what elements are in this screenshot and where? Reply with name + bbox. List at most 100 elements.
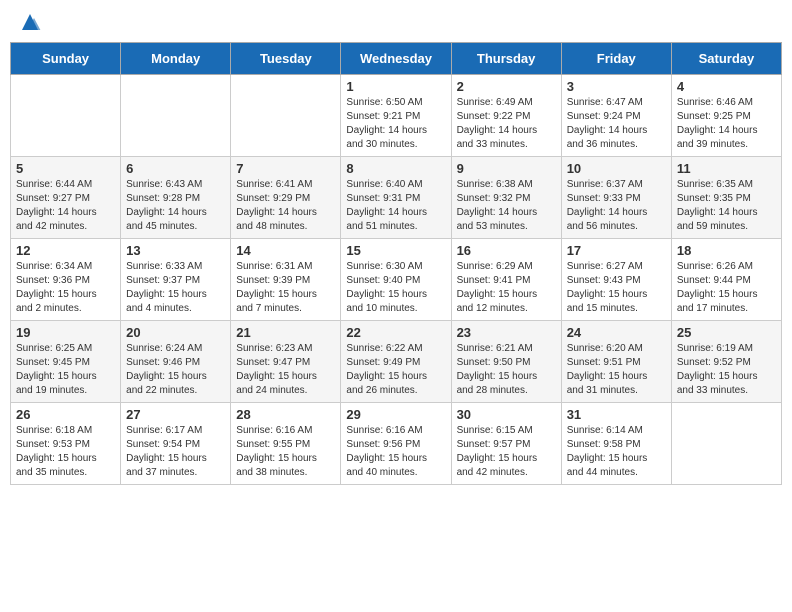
day-number: 23 xyxy=(457,325,556,340)
day-info: Sunrise: 6:15 AMSunset: 9:57 PMDaylight:… xyxy=(457,424,556,480)
day-number: 16 xyxy=(457,243,556,258)
day-number: 21 xyxy=(236,325,335,340)
day-info: Sunrise: 6:30 AMSunset: 9:40 PMDaylight:… xyxy=(346,260,445,316)
calendar-cell: 25Sunrise: 6:19 AMSunset: 9:52 PMDayligh… xyxy=(671,321,781,403)
day-info: Sunrise: 6:33 AMSunset: 9:37 PMDaylight:… xyxy=(126,260,225,316)
calendar-cell: 16 Sunrise: 6:29 AMSunset: 9:41 PMDayligh… xyxy=(451,239,561,321)
weekday-header-friday: Friday xyxy=(561,43,671,75)
weekday-header-sunday: Sunday xyxy=(11,43,121,75)
calendar-cell: 5 Sunrise: 6:44 AMSunset: 9:27 PMDaylight… xyxy=(11,157,121,239)
calendar-table: SundayMondayTuesdayWednesdayThursdayFrid… xyxy=(10,42,782,485)
calendar-cell: 20 Sunrise: 6:24 AMSunset: 9:46 PMDayligh… xyxy=(121,321,231,403)
calendar-cell: 14 Sunrise: 6:31 AMSunset: 9:39 PMDayligh… xyxy=(231,239,341,321)
calendar-cell: 11 Sunrise: 6:35 AMSunset: 9:35 PMDayligh… xyxy=(671,157,781,239)
day-info: Sunrise: 6:44 AMSunset: 9:27 PMDaylight:… xyxy=(16,178,115,234)
calendar-cell xyxy=(671,403,781,485)
day-info: Sunrise: 6:47 AMSunset: 9:24 PMDaylight:… xyxy=(567,96,666,152)
day-info: Sunrise: 6:49 AMSunset: 9:22 PMDaylight:… xyxy=(457,96,556,152)
day-number: 13 xyxy=(126,243,225,258)
day-number: 29 xyxy=(346,407,445,422)
day-number: 15 xyxy=(346,243,445,258)
calendar-cell: 8Sunrise: 6:40 AMSunset: 9:31 PMDaylight… xyxy=(341,157,451,239)
calendar-cell: 29 Sunrise: 6:16 AMSunset: 9:56 PMDayligh… xyxy=(341,403,451,485)
day-info: Sunrise: 6:29 AMSunset: 9:41 PMDaylight:… xyxy=(457,260,556,316)
day-number: 14 xyxy=(236,243,335,258)
calendar-week-4: 19Sunrise: 6:25 AMSunset: 9:45 PMDayligh… xyxy=(11,321,782,403)
day-info: Sunrise: 6:41 AMSunset: 9:29 PMDaylight:… xyxy=(236,178,335,234)
day-number: 18 xyxy=(677,243,776,258)
day-number: 11 xyxy=(677,161,776,176)
day-info: Sunrise: 6:40 AMSunset: 9:31 PMDaylight:… xyxy=(346,178,445,234)
calendar-cell: 4 Sunrise: 6:46 AMSunset: 9:25 PMDaylight… xyxy=(671,75,781,157)
day-info: Sunrise: 6:26 AMSunset: 9:44 PMDaylight:… xyxy=(677,260,776,316)
day-number: 20 xyxy=(126,325,225,340)
page-header xyxy=(10,10,782,34)
day-number: 27 xyxy=(126,407,225,422)
day-number: 1 xyxy=(346,79,445,94)
calendar-week-5: 26Sunrise: 6:18 AMSunset: 9:53 PMDayligh… xyxy=(11,403,782,485)
calendar-cell: 30 Sunrise: 6:15 AMSunset: 9:57 PMDayligh… xyxy=(451,403,561,485)
day-info: Sunrise: 6:50 AMSunset: 9:21 PMDaylight:… xyxy=(346,96,445,152)
day-info: Sunrise: 6:31 AMSunset: 9:39 PMDaylight:… xyxy=(236,260,335,316)
calendar-cell: 3 Sunrise: 6:47 AMSunset: 9:24 PMDaylight… xyxy=(561,75,671,157)
day-number: 7 xyxy=(236,161,335,176)
day-number: 17 xyxy=(567,243,666,258)
day-number: 26 xyxy=(16,407,115,422)
weekday-header-saturday: Saturday xyxy=(671,43,781,75)
day-info: Sunrise: 6:43 AMSunset: 9:28 PMDaylight:… xyxy=(126,178,225,234)
calendar-cell: 13 Sunrise: 6:33 AMSunset: 9:37 PMDayligh… xyxy=(121,239,231,321)
logo-icon xyxy=(18,10,42,34)
calendar-cell: 22 Sunrise: 6:22 AMSunset: 9:49 PMDayligh… xyxy=(341,321,451,403)
calendar-cell: 15 Sunrise: 6:30 AMSunset: 9:40 PMDayligh… xyxy=(341,239,451,321)
weekday-header-wednesday: Wednesday xyxy=(341,43,451,75)
day-number: 22 xyxy=(346,325,445,340)
day-info: Sunrise: 6:37 AMSunset: 9:33 PMDaylight:… xyxy=(567,178,666,234)
calendar-cell: 7 Sunrise: 6:41 AMSunset: 9:29 PMDaylight… xyxy=(231,157,341,239)
day-number: 31 xyxy=(567,407,666,422)
calendar-cell: 2 Sunrise: 6:49 AMSunset: 9:22 PMDaylight… xyxy=(451,75,561,157)
day-info: Sunrise: 6:27 AMSunset: 9:43 PMDaylight:… xyxy=(567,260,666,316)
calendar-cell: 28Sunrise: 6:16 AMSunset: 9:55 PMDayligh… xyxy=(231,403,341,485)
weekday-header-tuesday: Tuesday xyxy=(231,43,341,75)
day-info: Sunrise: 6:46 AMSunset: 9:25 PMDaylight:… xyxy=(677,96,776,152)
day-number: 4 xyxy=(677,79,776,94)
calendar-cell: 31Sunrise: 6:14 AMSunset: 9:58 PMDayligh… xyxy=(561,403,671,485)
day-number: 5 xyxy=(16,161,115,176)
day-info: Sunrise: 6:21 AMSunset: 9:50 PMDaylight:… xyxy=(457,342,556,398)
calendar-cell xyxy=(11,75,121,157)
day-number: 9 xyxy=(457,161,556,176)
calendar-cell: 23 Sunrise: 6:21 AMSunset: 9:50 PMDayligh… xyxy=(451,321,561,403)
calendar-cell xyxy=(231,75,341,157)
day-info: Sunrise: 6:23 AMSunset: 9:47 PMDaylight:… xyxy=(236,342,335,398)
calendar-cell xyxy=(121,75,231,157)
calendar-cell: 24 Sunrise: 6:20 AMSunset: 9:51 PMDayligh… xyxy=(561,321,671,403)
day-info: Sunrise: 6:16 AMSunset: 9:56 PMDaylight:… xyxy=(346,424,445,480)
day-number: 12 xyxy=(16,243,115,258)
calendar-cell: 10 Sunrise: 6:37 AMSunset: 9:33 PMDayligh… xyxy=(561,157,671,239)
calendar-cell: 1 Sunrise: 6:50 AMSunset: 9:21 PMDaylight… xyxy=(341,75,451,157)
calendar-cell: 17 Sunrise: 6:27 AMSunset: 9:43 PMDayligh… xyxy=(561,239,671,321)
day-number: 2 xyxy=(457,79,556,94)
day-info: Sunrise: 6:35 AMSunset: 9:35 PMDaylight:… xyxy=(677,178,776,234)
day-number: 6 xyxy=(126,161,225,176)
day-info: Sunrise: 6:20 AMSunset: 9:51 PMDaylight:… xyxy=(567,342,666,398)
calendar-cell: 9 Sunrise: 6:38 AMSunset: 9:32 PMDaylight… xyxy=(451,157,561,239)
day-number: 30 xyxy=(457,407,556,422)
day-number: 24 xyxy=(567,325,666,340)
calendar-cell: 19Sunrise: 6:25 AMSunset: 9:45 PMDayligh… xyxy=(11,321,121,403)
weekday-header-thursday: Thursday xyxy=(451,43,561,75)
day-number: 10 xyxy=(567,161,666,176)
day-number: 25 xyxy=(677,325,776,340)
day-number: 3 xyxy=(567,79,666,94)
day-info: Sunrise: 6:38 AMSunset: 9:32 PMDaylight:… xyxy=(457,178,556,234)
calendar-cell: 21 Sunrise: 6:23 AMSunset: 9:47 PMDayligh… xyxy=(231,321,341,403)
calendar-cell: 12 Sunrise: 6:34 AMSunset: 9:36 PMDayligh… xyxy=(11,239,121,321)
weekday-header-monday: Monday xyxy=(121,43,231,75)
day-info: Sunrise: 6:24 AMSunset: 9:46 PMDaylight:… xyxy=(126,342,225,398)
calendar-week-2: 5 Sunrise: 6:44 AMSunset: 9:27 PMDaylight… xyxy=(11,157,782,239)
day-info: Sunrise: 6:34 AMSunset: 9:36 PMDaylight:… xyxy=(16,260,115,316)
day-number: 19 xyxy=(16,325,115,340)
logo xyxy=(14,10,42,34)
calendar-cell: 18 Sunrise: 6:26 AMSunset: 9:44 PMDayligh… xyxy=(671,239,781,321)
day-info: Sunrise: 6:22 AMSunset: 9:49 PMDaylight:… xyxy=(346,342,445,398)
